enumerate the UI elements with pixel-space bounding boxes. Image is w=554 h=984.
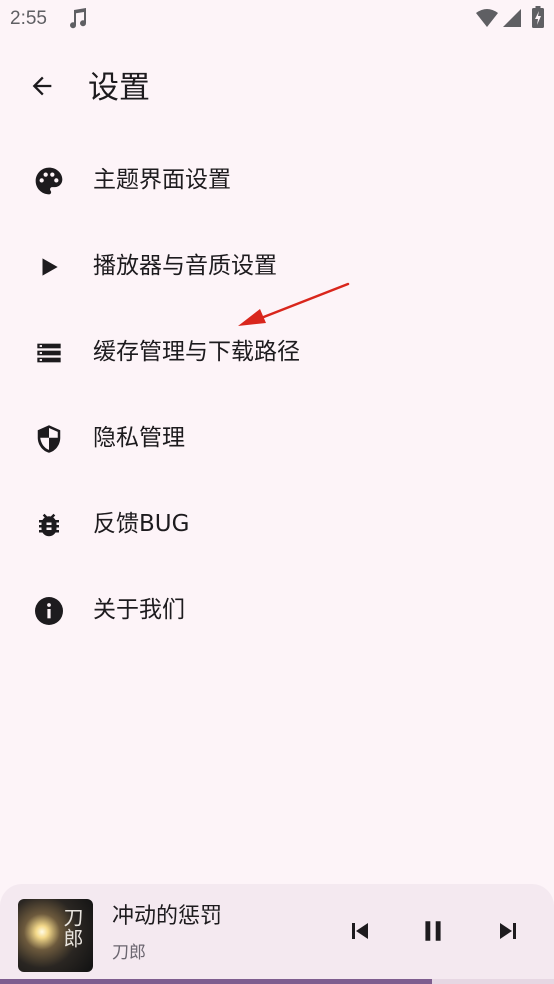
status-time: 2:55 <box>10 8 47 29</box>
shield-icon <box>32 423 66 455</box>
red-arrow-icon <box>230 278 356 334</box>
menu-item-label: 主题界面设置 <box>93 167 231 193</box>
playback-progress-fill <box>0 979 433 984</box>
pause-icon <box>420 918 446 948</box>
skip-next-button[interactable] <box>490 918 526 948</box>
top-app-bar: 设置 <box>0 58 554 118</box>
song-artist: 刀郎 <box>112 943 146 963</box>
info-icon <box>32 595 66 627</box>
menu-item-theme[interactable]: 主题界面设置 <box>0 138 554 224</box>
bug-icon <box>32 509 66 541</box>
song-title: 冲动的惩罚 <box>112 904 223 929</box>
menu-item-label: 缓存管理与下载路径 <box>93 339 300 365</box>
album-art-logo: 刀郎 <box>60 907 84 949</box>
battery-charging-icon <box>532 6 544 32</box>
menu-item-label: 隐私管理 <box>93 425 185 451</box>
playback-progress-bar[interactable] <box>0 979 554 984</box>
page-title: 设置 <box>88 70 150 106</box>
skip-previous-icon <box>348 919 372 947</box>
menu-item-label: 反馈BUG <box>93 511 190 537</box>
pause-button[interactable] <box>415 918 451 948</box>
menu-item-about[interactable]: 关于我们 <box>0 568 554 654</box>
back-button[interactable] <box>20 68 64 108</box>
play-icon <box>32 251 66 283</box>
skip-next-icon <box>496 919 520 947</box>
music-note-icon <box>66 7 90 35</box>
cell-signal-icon <box>503 9 521 31</box>
menu-item-label: 关于我们 <box>93 597 185 623</box>
skip-previous-button[interactable] <box>342 918 378 948</box>
storage-icon <box>32 337 66 369</box>
menu-item-feedback-bug[interactable]: 反馈BUG <box>0 482 554 568</box>
menu-item-privacy[interactable]: 隐私管理 <box>0 396 554 482</box>
mini-player[interactable]: 刀郎 冲动的惩罚 刀郎 <box>0 884 554 984</box>
settings-menu: 主题界面设置 播放器与音质设置 缓存管理与下载路径 隐私管理 反馈BUG 关于我… <box>0 138 554 654</box>
palette-icon <box>32 165 66 197</box>
album-art[interactable]: 刀郎 <box>18 899 93 972</box>
arrow-left-icon <box>28 72 56 104</box>
status-bar: 2:55 <box>0 0 554 40</box>
wifi-icon <box>476 9 498 31</box>
